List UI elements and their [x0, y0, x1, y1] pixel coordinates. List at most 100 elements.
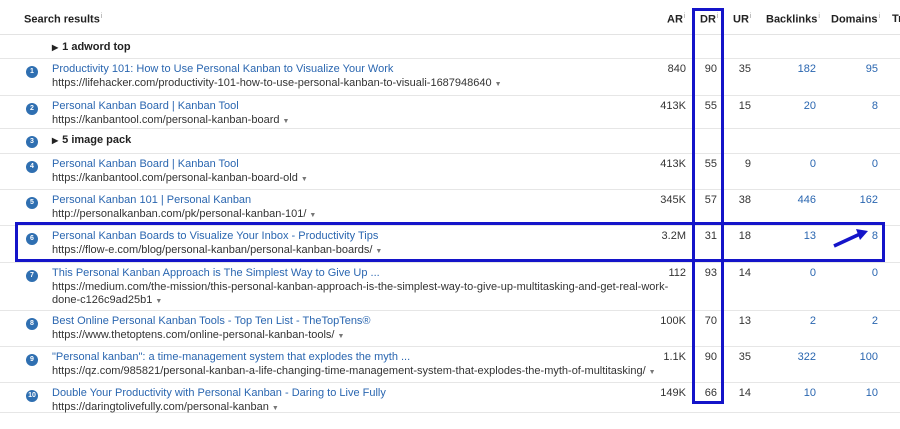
- annotation-arrow-icon: [833, 229, 868, 248]
- backlinks-link[interactable]: 2: [766, 315, 816, 327]
- serp-feature-toggle[interactable]: ▶ 1 adword top: [52, 41, 131, 53]
- info-icon: i: [100, 13, 103, 20]
- caret-down-icon[interactable]: ▼: [155, 298, 162, 305]
- triangle-right-icon: ▶: [52, 43, 59, 52]
- position-badge: 1: [26, 66, 38, 78]
- ur-value: 38: [738, 194, 751, 206]
- serp-feature-toggle[interactable]: ▶ 5 image pack: [52, 134, 131, 146]
- ar-value: 1.1K: [663, 351, 686, 363]
- header-search-results[interactable]: Search resultsi: [24, 13, 102, 26]
- result-title-link[interactable]: Personal Kanban Board | Kanban Tool: [52, 100, 239, 112]
- result-title-link[interactable]: "Personal kanban": a time-management sys…: [52, 351, 410, 363]
- caret-down-icon[interactable]: ▼: [282, 118, 289, 125]
- backlinks-link[interactable]: 10: [766, 387, 816, 399]
- row-highlight: [15, 222, 885, 262]
- ur-value: 14: [738, 387, 751, 399]
- result-url-continued: done-c126c9ad25b1 ▼: [52, 294, 162, 306]
- backlinks-link[interactable]: 20: [766, 100, 816, 112]
- ar-value: 840: [667, 63, 686, 75]
- backlinks-link[interactable]: 322: [766, 351, 816, 363]
- backlinks-link[interactable]: 182: [766, 63, 816, 75]
- domains-link[interactable]: 10: [828, 387, 878, 399]
- ur-value: 15: [738, 100, 751, 112]
- group-row: 3 ▶ 5 image pack: [0, 128, 900, 154]
- dr-column-highlight: [692, 8, 724, 404]
- header-ar[interactable]: ARi: [667, 13, 685, 26]
- info-icon: i: [818, 13, 820, 20]
- domains-link[interactable]: 2: [828, 315, 878, 327]
- header-tr[interactable]: Tr: [892, 13, 900, 25]
- position-badge: 8: [26, 318, 38, 330]
- caret-down-icon[interactable]: ▼: [495, 81, 502, 88]
- ar-value: 149K: [660, 387, 686, 399]
- caret-down-icon[interactable]: ▼: [301, 176, 308, 183]
- table-row: 2 Personal Kanban Board | Kanban Tool http…: [0, 95, 900, 129]
- result-title-link[interactable]: Personal Kanban 101 | Personal Kanban: [52, 194, 251, 206]
- header-ur[interactable]: URi: [733, 13, 751, 26]
- result-url: https://daringtolivefully.com/personal-k…: [52, 401, 279, 415]
- result-title-link[interactable]: Personal Kanban Board | Kanban Tool: [52, 158, 239, 170]
- position-badge: 10: [26, 390, 38, 402]
- result-url: https://www.thetoptens.com/online-person…: [52, 329, 344, 343]
- ur-value: 35: [738, 351, 751, 363]
- table-row: 8 Best Online Personal Kanban Tools - Top…: [0, 310, 900, 347]
- result-title-link[interactable]: Best Online Personal Kanban Tools - Top …: [52, 315, 371, 327]
- ar-value: 112: [668, 267, 686, 279]
- ur-value: 35: [738, 63, 751, 75]
- position-badge: 4: [26, 161, 38, 173]
- table-row: 9 "Personal kanban": a time-management sy…: [0, 346, 900, 383]
- result-url: https://kanbantool.com/personal-kanban-b…: [52, 172, 308, 186]
- caret-down-icon[interactable]: ▼: [338, 333, 345, 340]
- result-url-text: https://daringtolivefully.com/personal-k…: [52, 401, 269, 413]
- caret-down-icon[interactable]: ▼: [649, 369, 656, 376]
- result-title-link[interactable]: Productivity 101: How to Use Personal Ka…: [52, 63, 393, 75]
- group-row: ▶ 1 adword top: [0, 35, 900, 59]
- domains-link[interactable]: 0: [828, 158, 878, 170]
- position-badge: 5: [26, 197, 38, 209]
- domains-link[interactable]: 162: [828, 194, 878, 206]
- result-url-text: https://kanbantool.com/personal-kanban-b…: [52, 114, 280, 126]
- backlinks-link[interactable]: 0: [766, 267, 816, 279]
- domains-link[interactable]: 95: [828, 63, 878, 75]
- backlinks-link[interactable]: 446: [766, 194, 816, 206]
- position-badge: 7: [26, 270, 38, 282]
- ar-value: 100K: [660, 315, 686, 327]
- ur-value: 9: [744, 158, 751, 170]
- ur-value: 14: [738, 267, 751, 279]
- result-url: https://medium.com/the-mission/this-pers…: [52, 281, 669, 293]
- position-badge: 3: [26, 136, 38, 148]
- table-row: 1 Productivity 101: How to Use Personal K…: [0, 58, 900, 96]
- ar-value: 345K: [660, 194, 686, 206]
- table-header: Search resultsi ARi DRi URi Backlinksi D…: [0, 0, 900, 35]
- triangle-right-icon: ▶: [52, 136, 59, 145]
- result-url-text: https://lifehacker.com/productivity-101-…: [52, 77, 492, 89]
- header-backlinks[interactable]: Backlinksi: [766, 13, 820, 26]
- info-icon: i: [749, 13, 752, 20]
- table-row: 10 Double Your Productivity with Personal…: [0, 382, 900, 413]
- domains-link[interactable]: 0: [828, 267, 878, 279]
- caret-down-icon[interactable]: ▼: [272, 405, 279, 412]
- result-url: https://kanbantool.com/personal-kanban-b…: [52, 114, 289, 128]
- table-row: 4 Personal Kanban Board | Kanban Tool http…: [0, 153, 900, 190]
- position-badge: 2: [26, 103, 38, 115]
- ar-value: 413K: [660, 100, 686, 112]
- serp-feature-label: 5 image pack: [62, 134, 132, 146]
- result-title-link[interactable]: This Personal Kanban Approach is The Sim…: [52, 267, 380, 279]
- table-row: 7 This Personal Kanban Approach is The Si…: [0, 262, 900, 311]
- result-url-text: https://kanbantool.com/personal-kanban-b…: [52, 172, 298, 184]
- domains-link[interactable]: 100: [828, 351, 878, 363]
- result-url-tail: done-c126c9ad25b1: [52, 294, 153, 306]
- result-url: https://qz.com/985821/personal-kanban-a-…: [52, 365, 656, 379]
- backlinks-link[interactable]: 0: [766, 158, 816, 170]
- position-badge: 9: [26, 354, 38, 366]
- result-url: https://lifehacker.com/productivity-101-…: [52, 77, 502, 91]
- result-url-text: https://www.thetoptens.com/online-person…: [52, 329, 335, 341]
- info-icon: i: [878, 13, 881, 20]
- domains-link[interactable]: 8: [828, 100, 878, 112]
- result-url-text: http://personalkanban.com/pk/personal-ka…: [52, 208, 307, 220]
- result-title-link[interactable]: Double Your Productivity with Personal K…: [52, 387, 386, 399]
- caret-down-icon[interactable]: ▼: [309, 212, 316, 219]
- result-url-text: https://qz.com/985821/personal-kanban-a-…: [52, 365, 646, 377]
- ar-value: 413K: [660, 158, 686, 170]
- header-domains[interactable]: Domainsi: [831, 13, 880, 26]
